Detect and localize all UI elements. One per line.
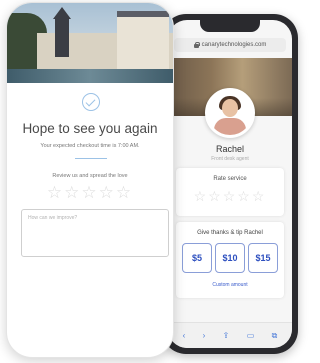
tip-card: Give thanks & tip Rachel $5 $10 $15 Cust… bbox=[176, 222, 284, 298]
banner-tower bbox=[53, 7, 71, 57]
agent-avatar bbox=[205, 88, 255, 138]
tip-title: Give thanks & tip Rachel bbox=[197, 230, 263, 236]
back-arrow-icon[interactable]: ‹ bbox=[183, 331, 186, 340]
phone-notch bbox=[200, 20, 260, 32]
tip-10-button[interactable]: $10 bbox=[215, 243, 245, 273]
bookmarks-icon[interactable]: ▭ bbox=[247, 331, 255, 340]
tabs-icon[interactable]: ⧉ bbox=[272, 331, 278, 341]
rate-service-card: Rate service ☆☆☆☆☆ bbox=[176, 168, 284, 216]
feedback-input[interactable] bbox=[21, 209, 169, 257]
hotel-exterior-image bbox=[7, 3, 173, 83]
custom-amount-link[interactable]: Custom amount bbox=[176, 282, 284, 288]
rate-service-stars[interactable]: ☆☆☆☆☆ bbox=[176, 188, 284, 205]
checkmark-icon bbox=[82, 93, 100, 111]
tip-15-button[interactable]: $15 bbox=[248, 243, 278, 273]
browser-url-bar[interactable]: canarytechnologies.com bbox=[174, 38, 286, 52]
accent-divider bbox=[75, 158, 107, 159]
back-phone: canarytechnologies.com Rachel Front desk… bbox=[162, 14, 298, 354]
avatar-body bbox=[214, 118, 246, 135]
front-phone: Hope to see you again Your expected chec… bbox=[6, 2, 174, 358]
browser-toolbar: ‹ › ⇪ ▭ ⧉ bbox=[168, 322, 292, 348]
banner-water bbox=[7, 69, 173, 83]
banner-building-right bbox=[117, 11, 169, 71]
tip-options: $5 $10 $15 bbox=[182, 243, 278, 273]
avatar-head bbox=[222, 99, 238, 117]
share-icon[interactable]: ⇪ bbox=[223, 331, 230, 340]
page-title: Hope to see you again bbox=[22, 121, 158, 136]
tip-5-button[interactable]: $5 bbox=[182, 243, 212, 273]
agent-role: Front desk agent bbox=[211, 156, 249, 162]
review-prompt: Review us and spread the love bbox=[52, 173, 128, 179]
review-stars[interactable]: ☆☆☆☆☆ bbox=[7, 183, 173, 203]
url-text: canarytechnologies.com bbox=[201, 42, 267, 48]
checkout-time-text: Your expected checkout time is 7:00 AM. bbox=[40, 143, 140, 149]
lock-icon bbox=[193, 42, 200, 48]
back-phone-screen: canarytechnologies.com Rachel Front desk… bbox=[168, 20, 292, 348]
forward-arrow-icon[interactable]: › bbox=[203, 331, 206, 340]
agent-name: Rachel bbox=[215, 144, 244, 154]
rate-service-title: Rate service bbox=[213, 176, 247, 182]
